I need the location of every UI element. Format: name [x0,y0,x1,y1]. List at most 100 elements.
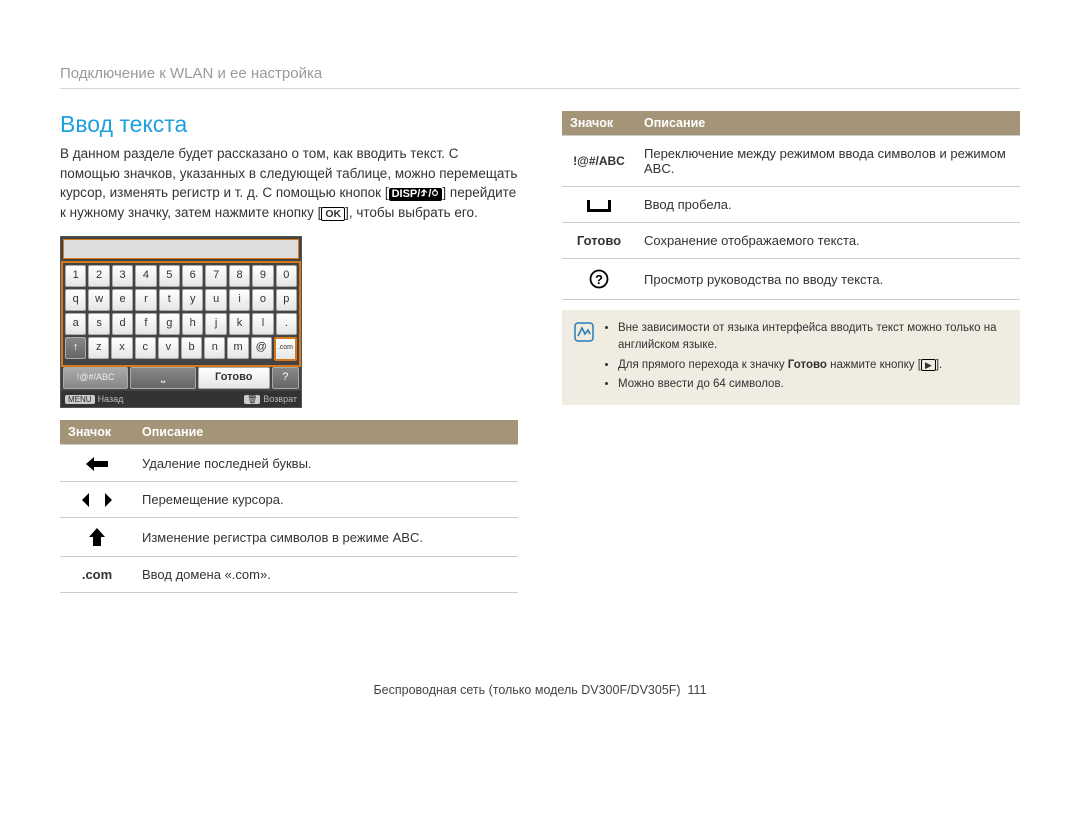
key[interactable]: a [65,313,86,335]
key[interactable]: z [88,337,109,359]
intro-text-3: ], чтобы выбрать его. [345,205,478,220]
key[interactable]: 2 [88,265,109,287]
disp-button-label: DISP// [389,188,443,201]
key[interactable]: s [88,313,109,335]
key[interactable]: y [182,289,203,311]
keyboard-row-4: ↑ z x c v b n m @ .com [65,337,297,361]
table-row: Изменение регистра символов в режиме ABC… [60,518,518,557]
row-desc: Сохранение отображаемого текста. [636,223,1020,259]
keyboard-row-2: q w e r t y u i o p [65,289,297,311]
key[interactable]: h [182,313,203,335]
keyboard-textfield [63,239,299,259]
space-icon [562,187,636,223]
help-icon: ? [562,259,636,300]
com-key[interactable]: .com [274,337,297,361]
key[interactable]: m [227,337,248,359]
row-desc: Перемещение курсора. [134,481,518,518]
key[interactable]: t [159,289,180,311]
key[interactable]: 0 [276,265,297,287]
key[interactable]: n [204,337,225,359]
key[interactable]: @ [251,337,272,359]
page-footer: Беспроводная сеть (только модель DV300F/… [60,683,1020,697]
table-row: .com Ввод домена «.com». [60,557,518,593]
key[interactable]: . [276,313,297,335]
table-row: !@#/ABC Переключение между режимом ввода… [562,136,1020,187]
note-item: Вне зависимости от языка интерфейса ввод… [618,320,1008,355]
key[interactable]: u [205,289,226,311]
space-key[interactable]: ⎵ [130,367,195,389]
table-row: Перемещение курсора. [60,481,518,518]
backspace-icon [60,445,134,482]
page-number: 111 [688,683,707,697]
note-icon [574,322,594,395]
th-icon: Значок [60,420,134,445]
key[interactable]: 3 [112,265,133,287]
footer-text: Беспроводная сеть (только модель DV300F/… [373,683,680,697]
note-item: Можно ввести до 64 символов. [618,376,1008,393]
icon-table-right: Значок Описание !@#/ABC Переключение меж… [562,111,1020,300]
key[interactable]: 1 [65,265,86,287]
table-row: Удаление последней буквы. [60,445,518,482]
key[interactable]: r [135,289,156,311]
intro-paragraph: В данном разделе будет рассказано о том,… [60,144,518,222]
shift-icon [60,518,134,557]
table-row: ? Просмотр руководства по вводу текста. [562,259,1020,300]
done-icon: Готово [562,223,636,259]
help-key[interactable]: ? [272,367,299,389]
done-key[interactable]: Готово [198,367,270,389]
com-icon: .com [60,557,134,593]
keyboard-row-5: !@#/ABC ⎵ Готово ? [63,367,299,389]
th-icon: Значок [562,111,636,136]
key[interactable]: 9 [252,265,273,287]
row-desc: Просмотр руководства по вводу текста. [636,259,1020,300]
key[interactable]: 8 [229,265,250,287]
key[interactable]: c [135,337,156,359]
key[interactable]: l [252,313,273,335]
svg-text:?: ? [595,272,603,287]
onscreen-keyboard: 1 2 3 4 5 6 7 8 9 0 q [60,236,302,408]
note-box: Вне зависимости от языка интерфейса ввод… [562,310,1020,405]
icon-table-left: Значок Описание Удаление последней буквы… [60,420,518,593]
ok-button-label: OK [321,207,345,222]
key[interactable]: w [88,289,109,311]
row-desc: Ввод пробела. [636,187,1020,223]
key[interactable]: x [111,337,132,359]
row-desc: Ввод домена «.com». [134,557,518,593]
row-desc: Удаление последней буквы. [134,445,518,482]
key[interactable]: 4 [135,265,156,287]
key[interactable]: k [229,313,250,335]
row-desc: Изменение регистра символов в режиме ABC… [134,518,518,557]
key[interactable]: i [229,289,250,311]
key[interactable]: p [276,289,297,311]
key[interactable]: d [112,313,133,335]
table-row: Готово Сохранение отображаемого текста. [562,223,1020,259]
th-desc: Описание [636,111,1020,136]
note-item: Для прямого перехода к значку Готово наж… [618,357,1008,374]
key[interactable]: 7 [205,265,226,287]
table-row: Ввод пробела. [562,187,1020,223]
back-label: Назад [98,394,124,404]
key[interactable]: q [65,289,86,311]
key[interactable]: v [158,337,179,359]
breadcrumb: Подключение к WLAN и ее настройка [60,65,1020,89]
trash-icon: 🗑 [244,395,260,404]
shift-key[interactable]: ↑ [65,337,86,359]
play-button-icon: ▶ [921,359,936,372]
keyboard-footer: MENUНазад 🗑Возврат [61,391,301,407]
keyboard-row-3: a s d f g h j k l . [65,313,297,335]
row-desc: Переключение между режимом ввода символо… [636,136,1020,187]
section-title: Ввод текста [60,111,518,138]
return-label: Возврат [263,394,297,404]
key[interactable]: e [112,289,133,311]
abc-mode-icon: !@#/ABC [562,136,636,187]
th-desc: Описание [134,420,518,445]
key[interactable]: 6 [182,265,203,287]
menu-label: MENU [65,395,95,404]
key[interactable]: f [135,313,156,335]
key[interactable]: b [181,337,202,359]
key[interactable]: 5 [159,265,180,287]
key[interactable]: o [252,289,273,311]
key[interactable]: g [159,313,180,335]
mode-key[interactable]: !@#/ABC [63,367,128,389]
key[interactable]: j [205,313,226,335]
